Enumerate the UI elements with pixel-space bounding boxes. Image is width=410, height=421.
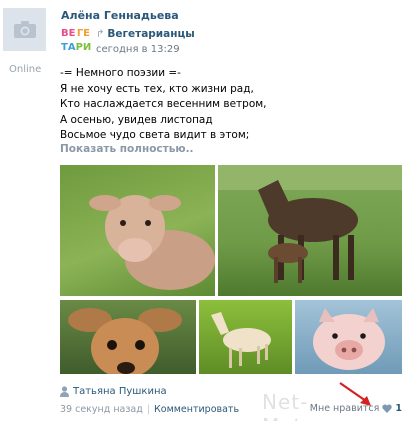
person-icon [60, 386, 69, 397]
piglet-image [313, 308, 385, 370]
camera-icon [13, 21, 36, 38]
footer-time[interactable]: 39 секунд назад [60, 404, 143, 415]
moose-image [218, 165, 402, 283]
show-more-link[interactable]: Показать полностью.. [60, 143, 194, 155]
calf-image [89, 195, 215, 290]
group-name[interactable]: Вегетарианцы [107, 28, 194, 40]
group-logo[interactable]: ВЕ ГЕ ТА РИ [61, 27, 92, 55]
online-status: Online [9, 64, 42, 75]
post-text-line: -= Немного поэзии =- [60, 67, 181, 79]
group-logo-letter: РИ [75, 42, 92, 53]
avatar[interactable] [3, 8, 46, 51]
photo-piglet[interactable] [295, 300, 402, 374]
photo-foal[interactable] [199, 300, 292, 374]
photo-moose[interactable] [218, 165, 402, 296]
heart-icon [382, 404, 393, 413]
post-text-line: Я не хочу есть тех, кто жизни рад, [60, 82, 254, 95]
liker-name[interactable]: Татьяна Пушкина [73, 386, 167, 397]
group-logo-letter: ВЕ [61, 28, 76, 39]
group-logo-letter: ГЕ [76, 28, 91, 39]
post-text-line: А осенью, увидев листопад [60, 113, 213, 126]
post-text-line: Восьмое чудо света видит в этом; [60, 129, 250, 141]
post-footer: 39 секунд назад | Комментировать [60, 404, 239, 415]
group-logo-letter: ТА [61, 42, 76, 53]
annotation-arrow [339, 382, 371, 406]
comment-link[interactable]: Комментировать [154, 404, 239, 415]
author-name[interactable]: Алёна Геннадьева [61, 9, 179, 22]
post-text-line: Кто наслаждается весенним ветром, [60, 98, 267, 110]
foal-image [211, 312, 271, 368]
photo-calf[interactable] [60, 165, 215, 296]
like-count: 1 [395, 403, 402, 414]
photo-fawn[interactable] [60, 300, 196, 374]
post-text: -= Немного поэзии =- Я не хочу есть тех,… [60, 66, 267, 144]
liker[interactable]: Татьяна Пушкина [60, 386, 167, 397]
footer-separator: | [146, 404, 151, 415]
fawn-image [68, 308, 182, 374]
post-time[interactable]: сегодня в 13:29 [96, 44, 180, 55]
repost-source[interactable]: ↱ Вегетарианцы [96, 28, 195, 40]
repost-arrow-icon: ↱ [96, 28, 105, 40]
